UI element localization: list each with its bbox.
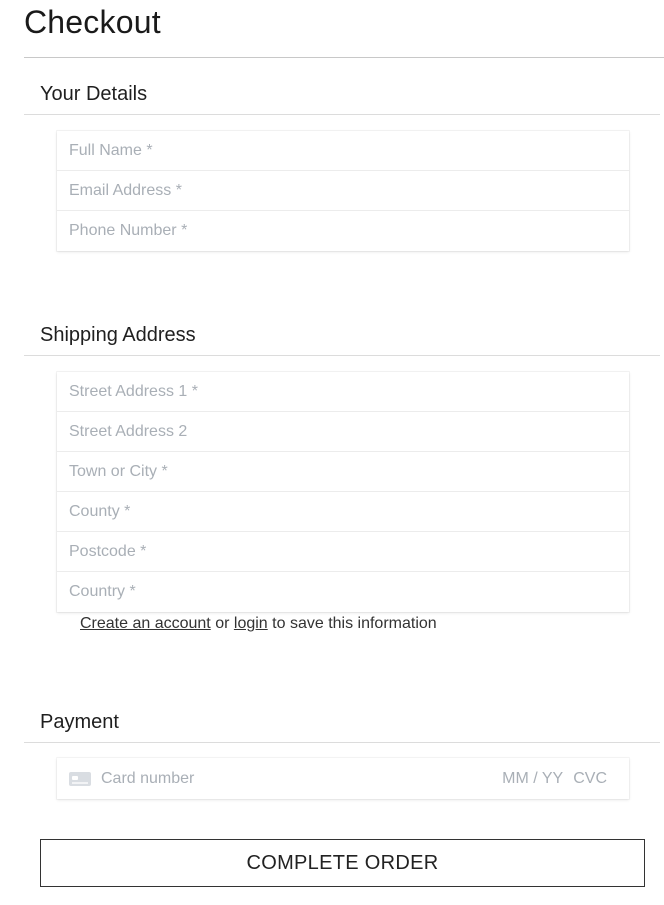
credit-card-icon <box>69 771 91 786</box>
card-input[interactable]: Card number MM / YY CVC <box>57 758 629 799</box>
town-or-city-input[interactable] <box>57 452 629 492</box>
title-divider <box>24 57 664 58</box>
phone-number-input[interactable] <box>57 211 629 251</box>
street-address-1-input[interactable] <box>57 372 629 412</box>
your-details-divider <box>24 114 660 115</box>
card-number-field[interactable]: Card number <box>101 770 502 788</box>
shipping-address-divider <box>24 355 660 356</box>
complete-order-button[interactable]: COMPLETE ORDER <box>40 839 645 887</box>
email-address-input[interactable] <box>57 171 629 211</box>
account-note: Create an account or login to save this … <box>80 613 437 635</box>
account-note-or: or <box>215 615 230 632</box>
full-name-input[interactable] <box>57 131 629 171</box>
card-cvc-field[interactable]: CVC <box>573 770 607 788</box>
payment-heading: Payment <box>40 711 119 733</box>
payment-divider <box>24 742 660 743</box>
page-title: Checkout <box>24 4 161 40</box>
shipping-address-fields <box>57 372 629 612</box>
street-address-2-input[interactable] <box>57 412 629 452</box>
checkout-page: Checkout Your Details Shipping Address C… <box>0 0 664 905</box>
account-note-suffix: to save this information <box>272 615 437 632</box>
create-account-link[interactable]: Create an account <box>80 615 211 632</box>
country-select[interactable] <box>57 572 629 612</box>
card-expiry-field[interactable]: MM / YY <box>502 770 563 788</box>
county-input[interactable] <box>57 492 629 532</box>
your-details-fields <box>57 131 629 251</box>
postcode-input[interactable] <box>57 532 629 572</box>
your-details-heading: Your Details <box>40 83 148 105</box>
login-link[interactable]: login <box>234 615 268 632</box>
shipping-address-heading: Shipping Address <box>40 324 196 346</box>
